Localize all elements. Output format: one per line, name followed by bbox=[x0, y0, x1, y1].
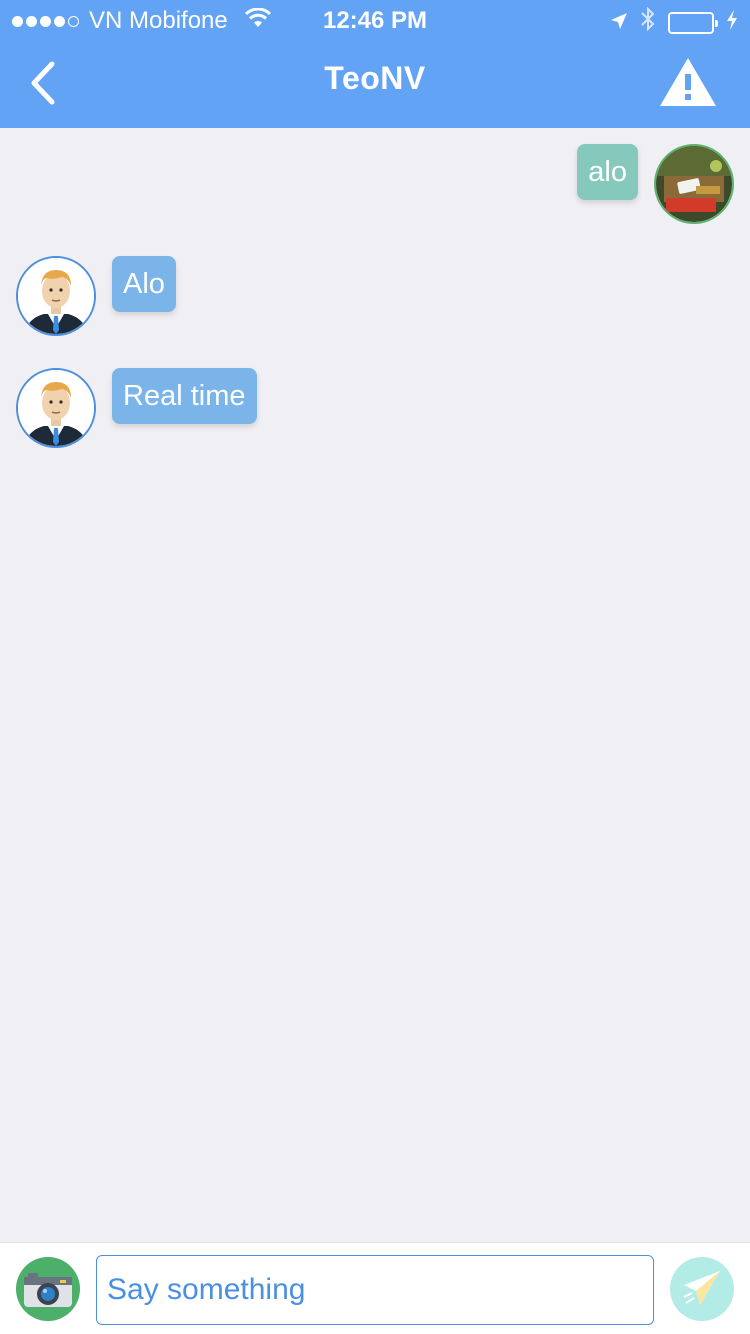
chat-title: TeoNV bbox=[324, 60, 426, 96]
message-row-outgoing: alo bbox=[577, 144, 734, 224]
send-button[interactable] bbox=[670, 1257, 734, 1321]
avatar[interactable] bbox=[16, 368, 96, 448]
businessman-avatar-icon bbox=[18, 258, 94, 334]
charging-bolt-icon bbox=[726, 9, 738, 37]
paper-plane-icon bbox=[683, 1271, 720, 1305]
user-photo-avatar bbox=[656, 146, 732, 222]
businessman-avatar-icon bbox=[18, 370, 94, 446]
status-right-group bbox=[610, 6, 738, 39]
avatar[interactable] bbox=[16, 256, 96, 336]
camera-button[interactable] bbox=[16, 1257, 80, 1321]
message-row-incoming: Alo bbox=[16, 256, 176, 336]
bluetooth-icon bbox=[640, 6, 656, 39]
message-bubble[interactable]: Real time bbox=[112, 368, 257, 424]
camera-icon bbox=[24, 1273, 72, 1307]
composer-bar bbox=[0, 1242, 750, 1334]
header: VN Mobifone 12:46 PM TeoNV bbox=[0, 0, 750, 128]
location-arrow-icon bbox=[610, 9, 628, 37]
message-input[interactable] bbox=[96, 1255, 654, 1325]
status-bar: VN Mobifone 12:46 PM bbox=[0, 0, 750, 40]
message-row-incoming: Real time bbox=[16, 368, 257, 448]
message-bubble[interactable]: alo bbox=[577, 144, 638, 200]
message-bubble[interactable]: Alo bbox=[112, 256, 176, 312]
avatar[interactable] bbox=[654, 144, 734, 224]
report-button[interactable] bbox=[658, 56, 718, 108]
warning-icon bbox=[660, 58, 716, 106]
battery-icon bbox=[668, 11, 718, 34]
message-list[interactable]: alo Alo Real time bbox=[0, 128, 750, 1242]
